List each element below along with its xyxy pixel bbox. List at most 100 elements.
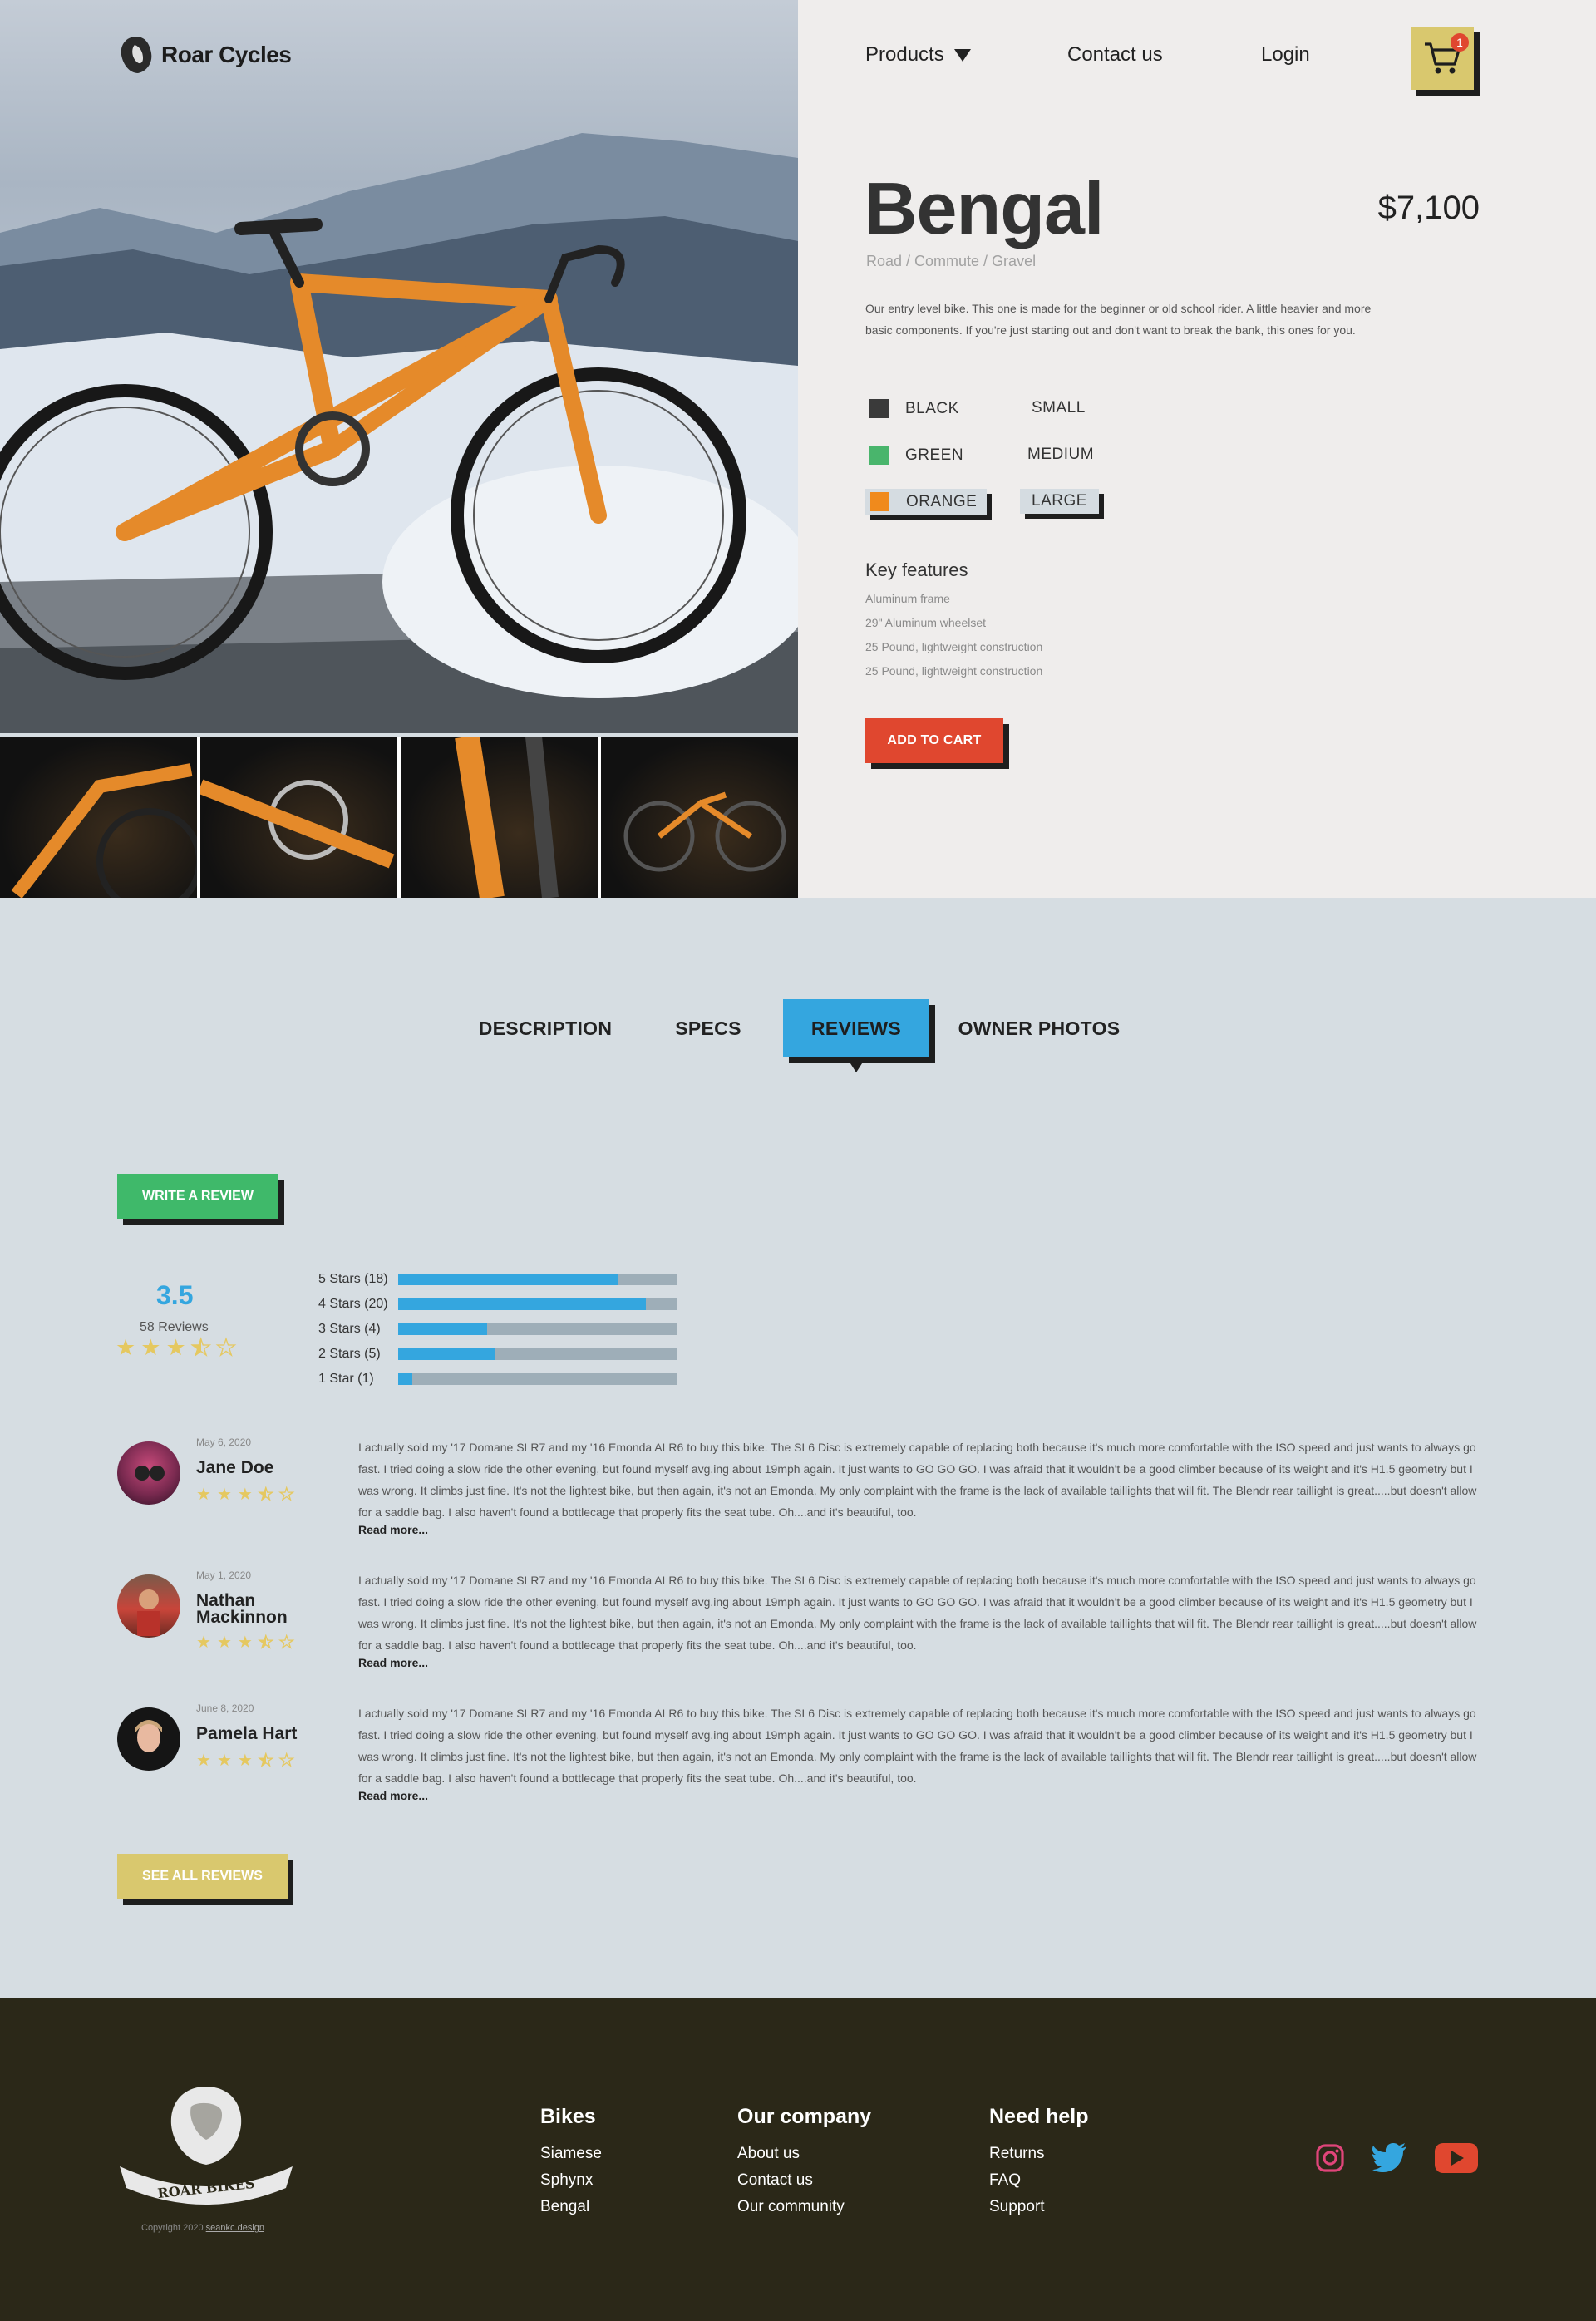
cart-count-badge: 1	[1451, 33, 1469, 52]
tab-description[interactable]: DESCRIPTION	[466, 999, 625, 1057]
avatar	[117, 1441, 180, 1505]
reviewer-name: Nathan Mackinnon	[196, 1591, 288, 1627]
cart-button[interactable]: 1	[1411, 27, 1474, 90]
twitter-icon[interactable]	[1372, 2143, 1407, 2173]
add-to-cart-button[interactable]: ADD TO CART	[865, 718, 1003, 763]
nav-contact[interactable]: Contact us	[1067, 43, 1163, 67]
size-option-medium[interactable]: MEDIUM	[1027, 446, 1094, 464]
rating-row-label: 3 Stars (4)	[318, 1322, 381, 1336]
write-review-button[interactable]: WRITE A REVIEW	[117, 1174, 278, 1219]
see-all-reviews-button[interactable]: SEE ALL REVIEWS	[117, 1854, 288, 1899]
rating-bar-track	[398, 1323, 677, 1335]
star-full-icon: ★	[237, 1634, 253, 1652]
star-full-icon: ★	[237, 1486, 253, 1504]
star-empty-icon: ★	[215, 1335, 237, 1360]
footer-link[interactable]: Sphynx	[540, 2167, 602, 2194]
size-option-large[interactable]: LARGE	[1020, 489, 1099, 514]
rating-bar-fill	[398, 1274, 618, 1285]
star-full-icon: ★	[196, 1486, 211, 1504]
rating-row-label: 1 Star (1)	[318, 1372, 374, 1386]
youtube-icon[interactable]	[1435, 2143, 1478, 2173]
thumbnail-3[interactable]	[401, 737, 598, 898]
tab-reviews[interactable]: REVIEWS	[783, 999, 929, 1072]
footer-link[interactable]: Siamese	[540, 2141, 602, 2167]
average-rating: 3.5	[156, 1280, 194, 1310]
color-label: BLACK	[905, 399, 959, 417]
footer-link[interactable]: Support	[989, 2194, 1088, 2220]
thumbnail-4[interactable]	[601, 737, 798, 898]
thumbnail-2[interactable]	[200, 737, 397, 898]
color-swatch	[870, 492, 889, 511]
rating-bar-fill	[398, 1348, 496, 1360]
star-half-icon: ★	[190, 1335, 212, 1360]
color-swatch	[869, 399, 889, 418]
key-feature: 25 Pound, lightweight construction	[865, 640, 1043, 653]
read-more-link[interactable]: Read more...	[358, 1656, 428, 1669]
tab-owner-photos[interactable]: OWNER PHOTOS	[956, 999, 1122, 1057]
star-full-icon: ★	[216, 1634, 232, 1652]
instagram-icon[interactable]	[1315, 2143, 1345, 2173]
star-full-icon: ★	[196, 1752, 211, 1770]
lion-logo-icon	[121, 37, 152, 73]
review-date: June 8, 2020	[196, 1703, 254, 1714]
average-stars: ★ ★ ★ ★ ★	[116, 1335, 237, 1360]
product-categories: Road / Commute / Gravel	[866, 253, 1037, 269]
review-text: I actually sold my '17 Domane SLR7 and m…	[358, 1441, 1477, 1519]
key-features-list: Aluminum frame 29" Aluminum wheelset 25 …	[865, 587, 1042, 683]
review-stars: ★ ★ ★ ★ ★	[196, 1634, 294, 1651]
copyright-text: Copyright 2020	[141, 2223, 204, 2233]
rating-bar-track	[398, 1298, 677, 1310]
footer-column-company: Our company About us Contact us Our comm…	[737, 2105, 871, 2220]
rating-bar-track	[398, 1348, 677, 1360]
star-half-icon: ★	[258, 1752, 273, 1770]
roar-bikes-footer-logo[interactable]: ROAR BIKES	[116, 2082, 296, 2205]
rating-row: 3 Stars (4)	[318, 1317, 677, 1342]
footer-column-title: Our company	[737, 2105, 872, 2128]
color-label: ORANGE	[906, 492, 978, 510]
footer-link[interactable]: Contact us	[737, 2167, 871, 2194]
review-item: May 1, 2020 Nathan Mackinnon ★ ★ ★ ★ ★ I act…	[117, 1570, 1480, 1686]
color-option-green[interactable]: GREEN	[869, 446, 963, 465]
size-option-small[interactable]: SMALL	[1032, 399, 1086, 417]
rating-row-label: 4 Stars (20)	[318, 1297, 388, 1311]
rating-row-label: 5 Stars (18)	[318, 1272, 388, 1286]
caret-down-icon	[953, 48, 971, 62]
footer-link[interactable]: Returns	[989, 2141, 1088, 2167]
star-full-icon: ★	[237, 1752, 253, 1770]
read-more-link[interactable]: Read more...	[358, 1523, 428, 1536]
product-tabs: DESCRIPTION SPECS REVIEWS OWNER PHOTOS	[0, 999, 1596, 1072]
product-main-photo[interactable]	[0, 0, 798, 733]
rating-bar-fill	[398, 1298, 647, 1310]
review-item: May 6, 2020 Jane Doe ★ ★ ★ ★ ★ I actually so…	[117, 1436, 1480, 1553]
footer-column-title: Bikes	[540, 2105, 596, 2128]
footer-link[interactable]: Bengal	[540, 2194, 602, 2220]
footer-column-bikes: Bikes Siamese Sphynx Bengal	[540, 2105, 602, 2220]
read-more-link[interactable]: Read more...	[358, 1789, 428, 1802]
color-label: GREEN	[905, 446, 964, 464]
credit-link[interactable]: seankc.design	[206, 2223, 264, 2233]
color-option-black[interactable]: BLACK	[869, 399, 959, 418]
footer-column-help: Need help Returns FAQ Support	[989, 2105, 1088, 2220]
tab-specs[interactable]: SPECS	[665, 999, 751, 1057]
review-count: 58 Reviews	[140, 1320, 209, 1334]
brand-logo[interactable]: Roar Cycles	[118, 35, 292, 75]
footer-link[interactable]: FAQ	[989, 2167, 1088, 2194]
key-features-title: Key features	[865, 559, 968, 580]
nav-products[interactable]: Products	[865, 43, 971, 67]
review-item: June 8, 2020 Pamela Hart ★ ★ ★ ★ ★ I actuall…	[117, 1703, 1480, 1819]
product-description: Our entry level bike. This one is made f…	[865, 302, 1372, 337]
star-empty-icon: ★	[278, 1634, 294, 1652]
footer-link[interactable]: Our community	[737, 2194, 871, 2220]
star-full-icon: ★	[140, 1335, 161, 1360]
footer-link[interactable]: About us	[737, 2141, 871, 2167]
brand-name: Roar Cycles	[161, 42, 292, 67]
footer-column-title: Need help	[989, 2105, 1089, 2128]
key-feature: 29" Aluminum wheelset	[865, 616, 987, 629]
thumbnail-1[interactable]	[0, 737, 197, 898]
star-full-icon: ★	[216, 1486, 232, 1504]
review-text: I actually sold my '17 Domane SLR7 and m…	[358, 1707, 1477, 1785]
rating-breakdown: 5 Stars (18) 4 Stars (20) 3 Stars (4) 2 …	[318, 1267, 677, 1392]
review-text: I actually sold my '17 Domane SLR7 and m…	[358, 1574, 1477, 1652]
nav-login[interactable]: Login	[1261, 43, 1310, 67]
color-option-orange[interactable]: ORANGE	[865, 489, 988, 515]
